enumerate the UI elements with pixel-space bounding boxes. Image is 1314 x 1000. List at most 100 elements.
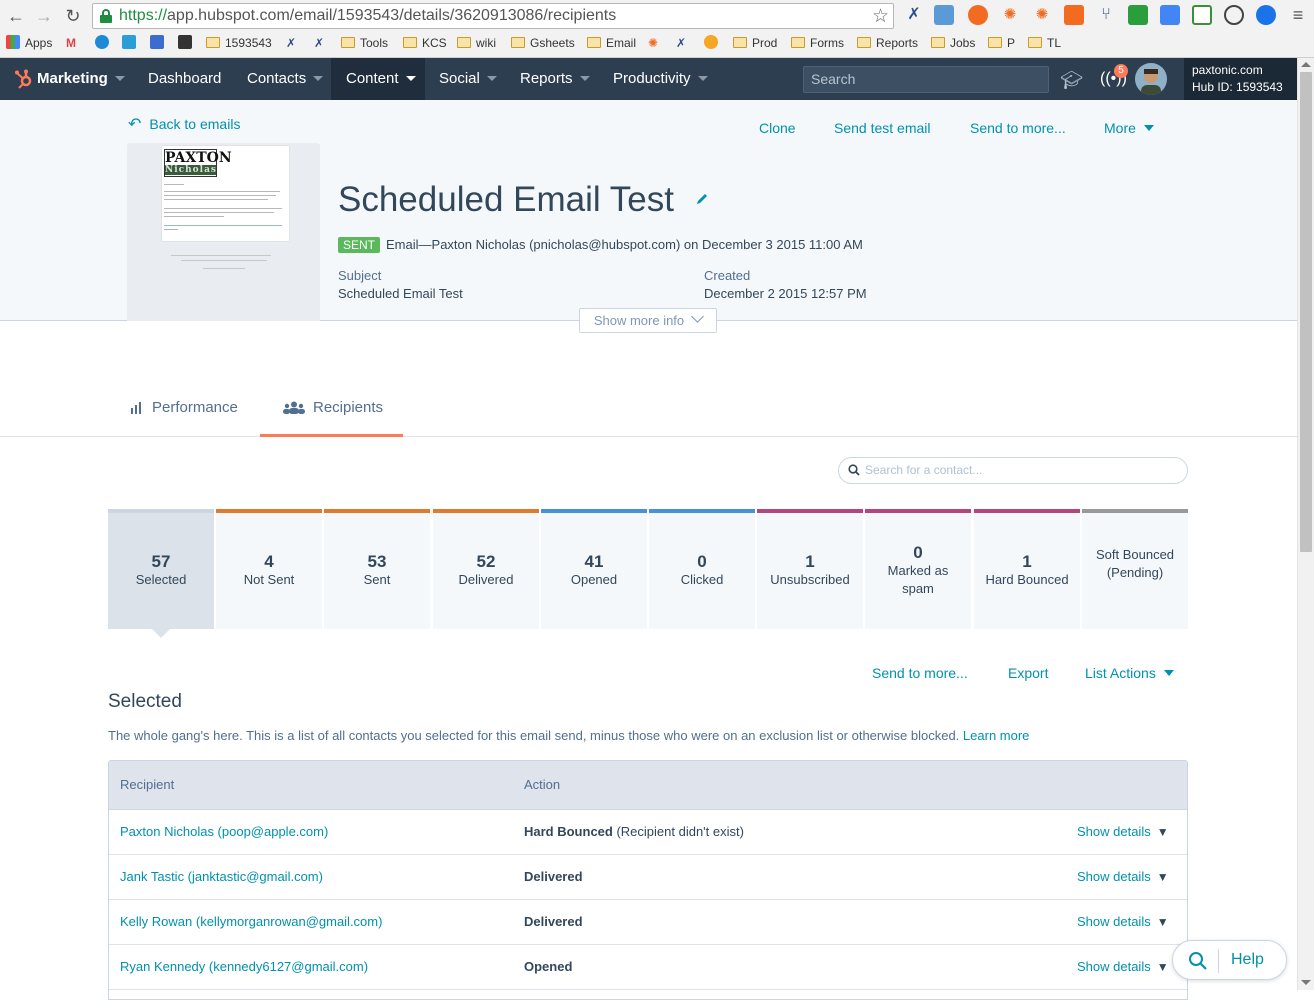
show-more-info-button[interactable]: Show more info [579, 308, 717, 333]
bookmark-folder-prod[interactable]: Prod [733, 35, 777, 51]
extension-circle-icon[interactable] [1256, 5, 1276, 25]
email-thumbnail[interactable]: PAXTON Nicholas [127, 143, 320, 321]
bookmark-calendar-icon[interactable] [150, 35, 169, 51]
nav-dashboard[interactable]: Dashboard [148, 58, 221, 100]
extension-office-icon[interactable] [1128, 5, 1148, 25]
extension-drive-icon[interactable] [1160, 5, 1180, 25]
avatar[interactable] [1135, 63, 1167, 95]
forward-arrow-icon[interactable]: → [32, 4, 56, 28]
bookmark-folder-tools[interactable]: Tools [341, 35, 388, 51]
bookmark-sprocket-icon[interactable]: ✺ [648, 35, 658, 51]
bookmark-x2-icon[interactable]: ✗ [314, 35, 324, 51]
export-button[interactable]: Export [1008, 665, 1048, 681]
stat-opened[interactable]: 41 Opened [541, 509, 647, 629]
stat-sent[interactable]: 53 Sent [324, 509, 430, 629]
bookmark-folder-gsheets[interactable]: Gsheets [511, 35, 575, 51]
bookmark-star-icon[interactable]: ☆ [872, 5, 889, 28]
bookmark-folder-tl[interactable]: TL [1028, 35, 1061, 51]
bookmark-folder-email[interactable]: Email [587, 35, 636, 51]
show-details-button[interactable]: Show details ▼ [1077, 945, 1169, 990]
extension-fork-icon[interactable]: ⑂ [1096, 5, 1116, 25]
nav-marketing[interactable]: Marketing [37, 58, 125, 100]
recipient-link[interactable]: Paxton Nicholas (poop@apple.com) [120, 810, 328, 855]
extension-sprocket2-icon[interactable]: ✺ [1032, 5, 1052, 25]
extension-orange-circle-icon[interactable] [968, 5, 988, 25]
list-actions-dropdown[interactable]: List Actions [1085, 665, 1174, 681]
nav-content[interactable]: Content [331, 58, 425, 100]
stat-hard-bounced[interactable]: 1 Hard Bounced [974, 509, 1080, 629]
show-details-button[interactable]: Show details ▼ [1077, 810, 1169, 855]
stat-clicked[interactable]: 0 Clicked [649, 509, 755, 629]
stat-selected[interactable]: 57 Selected [108, 509, 214, 629]
extension-people-icon[interactable] [934, 5, 954, 25]
bookmark-apps[interactable]: Apps [6, 35, 52, 51]
help-widget[interactable]: Help [1172, 940, 1287, 980]
back-to-emails-link[interactable]: ↶ Back to emails [128, 114, 240, 134]
recipient-link[interactable]: Ryan Kennedy (kennedy6127@gmail.com) [120, 945, 368, 990]
bookmark-folder-reports[interactable]: Reports [857, 35, 918, 51]
nav-social[interactable]: Social [439, 58, 497, 100]
extension-doc-icon[interactable] [1192, 5, 1212, 25]
bookmark-cloud-icon[interactable] [95, 35, 114, 51]
stat-marked-as-spam[interactable]: 0 Marked as spam [865, 509, 971, 629]
scroll-up-arrow-icon[interactable] [1301, 62, 1311, 67]
bookmark-gmail-icon[interactable]: M [66, 35, 76, 51]
help-button[interactable]: Help [1231, 941, 1264, 979]
send-test-email-button[interactable]: Send test email [834, 120, 931, 136]
bookmark-blue-icon[interactable] [122, 35, 141, 51]
extension-sprocket-box-icon[interactable] [1064, 5, 1084, 25]
extension-clock-icon[interactable] [1224, 5, 1244, 25]
stat-soft-bounced[interactable]: Soft Bounced (Pending) [1082, 509, 1188, 629]
col-recipient[interactable]: Recipient [120, 761, 174, 809]
bookmark-folder-p[interactable]: P [988, 35, 1015, 51]
contact-search-input[interactable]: Search for a contact... [838, 457, 1188, 484]
address-bar[interactable]: https://app.hubspot.com/email/1593543/de… [92, 3, 894, 29]
tab-performance[interactable]: Performance [130, 384, 238, 437]
send-to-more-button[interactable]: Send to more... [970, 120, 1066, 136]
bookmark-folder-forms[interactable]: Forms [791, 35, 844, 51]
bookmark-x-icon[interactable]: ✗ [286, 35, 296, 51]
bookmark-folder-1593543[interactable]: 1593543 [206, 35, 272, 51]
show-details-button[interactable]: Show details ▼ [1077, 855, 1169, 900]
browser-chrome: ← → ↻ https://app.hubspot.com/email/1593… [0, 0, 1314, 58]
edit-pencil-icon[interactable] [695, 192, 709, 206]
bookmark-folder-wiki[interactable]: wiki [457, 35, 496, 51]
nav-reports[interactable]: Reports [520, 58, 590, 100]
bookmark-folder-kcs[interactable]: KCS [403, 35, 447, 51]
subject-value: Scheduled Email Test [338, 286, 463, 301]
clone-button[interactable]: Clone [759, 120, 796, 136]
subject-label: Subject [338, 268, 382, 283]
scroll-down-arrow-icon[interactable] [1301, 980, 1311, 985]
nav-contacts[interactable]: Contacts [247, 58, 324, 100]
nav-productivity[interactable]: Productivity [613, 58, 708, 100]
global-search-input[interactable]: Search [803, 66, 1049, 93]
menu-icon[interactable]: ≡ [1288, 5, 1308, 25]
email-preview-paper: PAXTON Nicholas [162, 146, 289, 241]
stat-not-sent[interactable]: 4 Not Sent [216, 509, 322, 629]
table-header: Recipient Action [109, 761, 1187, 810]
send-to-more-list-button[interactable]: Send to more... [872, 665, 968, 681]
scrollbar-thumb[interactable] [1300, 72, 1312, 552]
sent-badge: SENT [338, 237, 381, 253]
show-details-button[interactable]: Show details ▼ [1077, 900, 1169, 945]
recipient-link[interactable]: Kelly Rowan (kellymorganrowan@gmail.com) [120, 900, 382, 945]
bookmark-orange-icon[interactable] [704, 35, 723, 51]
url-row: ← → ↻ https://app.hubspot.com/email/1593… [0, 0, 1314, 32]
back-arrow-icon[interactable]: ← [4, 4, 28, 28]
bookmark-x3-icon[interactable]: ✗ [676, 35, 686, 51]
bookmark-slack-icon[interactable] [178, 35, 197, 51]
learn-more-link[interactable]: Learn more [963, 728, 1029, 743]
stat-unsubscribed[interactable]: 1 Unsubscribed [757, 509, 863, 629]
bookmark-folder-jobs[interactable]: Jobs [931, 35, 975, 51]
extension-sprocket-icon[interactable]: ✺ [1000, 5, 1020, 25]
reload-icon[interactable]: ↻ [61, 4, 85, 28]
col-action[interactable]: Action [524, 761, 560, 809]
academy-cap-icon[interactable]: 🎓︎ [1060, 70, 1083, 91]
more-dropdown[interactable]: More [1104, 120, 1154, 136]
portal-info[interactable]: paxtonic.com Hub ID: 1593543 [1184, 58, 1297, 100]
search-icon[interactable] [1188, 951, 1208, 971]
extension-x-icon[interactable]: ✗ [904, 5, 924, 25]
stat-delivered[interactable]: 52 Delivered [433, 509, 539, 629]
tab-recipients[interactable]: Recipients [260, 384, 403, 437]
recipient-link[interactable]: Jank Tastic (janktastic@gmail.com) [120, 855, 323, 900]
